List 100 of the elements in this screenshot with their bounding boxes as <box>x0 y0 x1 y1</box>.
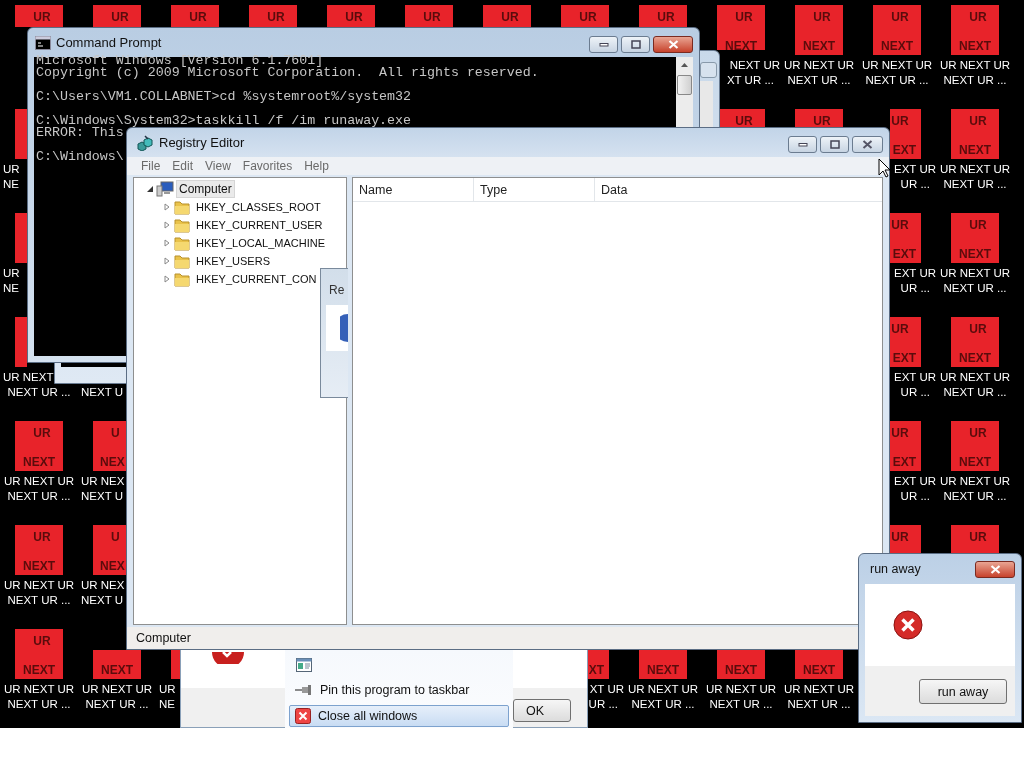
error-icon <box>893 610 923 640</box>
shortcut-icon[interactable]: UR <box>171 5 219 27</box>
shortcut-icon[interactable]: UR <box>890 525 921 553</box>
menu-item[interactable]: Edit <box>166 159 200 173</box>
shortcut-label: EXT UR <box>894 266 936 281</box>
scrollbar[interactable] <box>676 57 693 127</box>
folder-icon <box>174 235 190 251</box>
menu-item[interactable]: Help <box>298 159 335 173</box>
close-button[interactable] <box>852 136 883 153</box>
shortcut-label: EXT UR <box>894 474 936 489</box>
shortcut-icon[interactable]: XT <box>588 650 609 679</box>
shortcut-label: UR NEX <box>81 578 125 593</box>
scrollbar[interactable] <box>700 81 713 127</box>
shortcut-label: UR <box>159 682 176 697</box>
menu-item[interactable]: View <box>199 159 237 173</box>
shortcut-icon[interactable]: U NEX <box>93 421 126 471</box>
shortcut-icon[interactable]: UR <box>951 525 999 553</box>
shortcut-icon[interactable]: UR <box>795 109 843 127</box>
shortcut-icon[interactable]: UR NEXT <box>15 421 63 471</box>
shortcut-icon[interactable]: UR <box>483 5 531 27</box>
maximize-icon <box>630 40 641 49</box>
tree-item[interactable]: HKEY_CURRENT_CON <box>193 271 320 287</box>
menu-item[interactable]: Pin this program to taskbar <box>289 679 509 701</box>
close-icon <box>295 708 311 724</box>
folder-icon <box>174 253 190 269</box>
column-header[interactable]: Name <box>353 178 474 201</box>
close-button[interactable] <box>653 36 693 53</box>
tree-item[interactable]: HKEY_LOCAL_MACHINE <box>193 235 328 251</box>
maximize-button[interactable] <box>621 36 650 53</box>
shortcut-icon[interactable]: UR <box>639 5 687 27</box>
shortcut-label: UR NEXT UR <box>939 474 1011 489</box>
shortcut-icon[interactable]: UR <box>249 5 297 27</box>
menu-item[interactable]: Close all windows <box>289 705 509 727</box>
shortcut-label: UR ... <box>900 281 930 296</box>
menu-item[interactable]: Favorites <box>236 159 299 173</box>
shortcut-icon[interactable]: NEXT <box>639 650 687 679</box>
shortcut-icon[interactable]: UR EXT <box>890 213 921 263</box>
shortcut-label: UR NEXT UR <box>939 162 1011 177</box>
shortcut-label: UR <box>3 162 20 177</box>
close-icon <box>862 140 873 149</box>
shortcut-icon[interactable]: UR NEXT <box>951 5 999 55</box>
shortcut-icon[interactable]: UR EXT <box>890 317 921 367</box>
shortcut-icon[interactable]: NEXT <box>717 650 765 679</box>
dialog-button[interactable]: run away <box>919 679 1007 704</box>
shortcut-label: UR NEXT <box>3 370 54 385</box>
shortcut-icon[interactable]: U NEX <box>93 525 126 575</box>
shortcut-icon[interactable]: UR NEXT <box>951 213 999 263</box>
shortcut-label: UR NEXT UR <box>783 58 855 73</box>
shortcut-icon[interactable]: UR <box>561 5 609 27</box>
shortcut-label: UR ... <box>588 697 618 712</box>
ok-button[interactable]: OK <box>513 699 571 722</box>
shortcut-icon[interactable]: UR NEXT <box>15 525 63 575</box>
shortcut-icon[interactable]: UR <box>327 5 375 27</box>
column-header[interactable]: Data <box>595 178 882 201</box>
close-button[interactable] <box>975 560 1015 578</box>
tree-item[interactable]: HKEY_CURRENT_USER <box>193 217 326 233</box>
folder-icon <box>174 271 190 287</box>
minimize-button[interactable] <box>589 36 618 53</box>
maximize-button[interactable] <box>820 136 849 153</box>
shortcut-icon[interactable]: NEXT <box>795 650 843 679</box>
shortcut-icon[interactable]: UR EXT <box>890 421 921 471</box>
tree-item[interactable]: Computer <box>176 180 235 198</box>
tree-item[interactable]: HKEY_USERS <box>193 253 273 269</box>
maximize-icon <box>829 140 840 149</box>
shortcut-label: UR ... <box>900 177 930 192</box>
scroll-thumb[interactable] <box>677 75 692 95</box>
shortcut-label: UR NEX <box>81 474 125 489</box>
shortcut-label: NEXT U <box>81 593 123 608</box>
close-icon <box>989 564 1001 574</box>
tree-item[interactable]: HKEY_CLASSES_ROOT <box>193 199 324 215</box>
shortcut-icon[interactable]: UR NEXT <box>951 421 999 471</box>
shortcut-icon[interactable]: NEXT <box>93 650 141 679</box>
shortcut-icon[interactable]: UR NEXT <box>873 5 921 55</box>
shortcut-icon[interactable]: UR NEXT <box>15 629 63 679</box>
menu-item[interactable]: File <box>135 159 167 173</box>
shortcut-icon[interactable]: UR <box>15 5 63 27</box>
shortcut-label: UR NEXT UR <box>705 682 777 697</box>
shortcut-icon[interactable]: UR <box>720 109 765 127</box>
minimize-button[interactable] <box>788 136 817 153</box>
shortcut-icon[interactable]: UR NEXT <box>795 5 843 55</box>
shortcut-label: NEXT UR ... <box>709 697 773 712</box>
shortcut-icon[interactable]: UR <box>405 5 453 27</box>
shortcut-icon[interactable]: UR NEXT <box>951 317 999 367</box>
shortcut-label: UR NEXT UR <box>3 474 75 489</box>
shortcut-icon[interactable]: UR NEXT <box>717 5 765 50</box>
shortcut-label: NEXT UR ... <box>631 697 695 712</box>
minimize-icon <box>797 142 808 147</box>
shortcut-label: UR NEXT UR <box>861 58 933 73</box>
shortcut-icon[interactable]: UR <box>93 5 141 27</box>
expand-icon[interactable] <box>146 185 154 193</box>
shortcut-label: NEXT UR ... <box>7 697 71 712</box>
shortcut-icon[interactable]: UR NEXT <box>951 109 999 159</box>
window-title: Command Prompt <box>56 35 162 50</box>
shortcut-icon[interactable]: UR EXT <box>890 109 921 159</box>
program-icon[interactable] <box>293 655 315 675</box>
shortcut-label: UR <box>3 266 20 281</box>
shortcut-label: UR NEXT UR <box>627 682 699 697</box>
console-line: Microsoft Windows [Version 6.1.7601] <box>36 55 324 67</box>
shortcut-label: UR NEXT UR <box>939 58 1011 73</box>
column-header[interactable]: Type <box>474 178 595 201</box>
